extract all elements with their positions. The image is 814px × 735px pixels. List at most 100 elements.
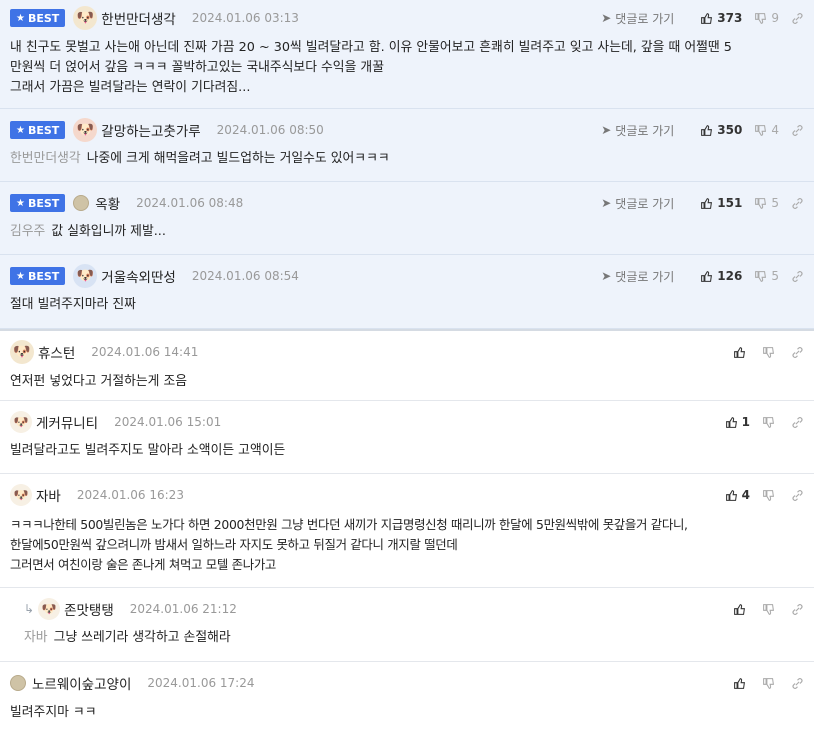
mention-nickname[interactable]: 김우주 bbox=[10, 224, 45, 239]
nickname[interactable]: 노르웨이숲고양이 bbox=[32, 673, 131, 693]
thumbs-up-icon bbox=[725, 416, 737, 428]
thumbs-down-icon bbox=[755, 270, 767, 282]
downvote-button[interactable]: 5 bbox=[754, 269, 779, 283]
thumbs-up-icon bbox=[734, 603, 745, 615]
avatar[interactable]: 🐶 bbox=[73, 6, 98, 30]
comment-actions: 4 bbox=[713, 484, 804, 506]
upvote-button[interactable]: 4 bbox=[725, 488, 750, 502]
link-icon bbox=[792, 677, 803, 689]
thumbs-up-icon bbox=[701, 270, 713, 282]
comment-actions bbox=[721, 341, 804, 363]
upvote-button[interactable]: 126 bbox=[700, 269, 742, 283]
avatar[interactable]: 🐶 bbox=[10, 411, 32, 433]
star-icon: ★ bbox=[16, 270, 25, 282]
comment-actions bbox=[721, 598, 804, 620]
thumbs-up-icon bbox=[725, 489, 737, 501]
downvote-button[interactable] bbox=[762, 603, 779, 616]
nickname[interactable]: 게커뮤니티 bbox=[36, 412, 98, 432]
share-link-button[interactable] bbox=[791, 270, 804, 283]
goto-comment-link[interactable]: ➤ 댓글로 가기 bbox=[601, 122, 674, 139]
upvote-button[interactable]: 350 bbox=[700, 123, 742, 137]
comment-date: 2024.01.06 08:50 bbox=[216, 123, 324, 137]
nickname[interactable]: 자바 bbox=[36, 485, 61, 505]
share-link-button[interactable] bbox=[791, 12, 804, 25]
thumbs-down-icon bbox=[763, 603, 774, 615]
comment-body: 연저펀 넣었다고 거절하는게 조음 bbox=[10, 374, 188, 389]
nickname[interactable]: 존맛탱탱 bbox=[64, 599, 114, 619]
send-icon: ➤ bbox=[601, 269, 612, 283]
goto-comment-link[interactable]: ➤ 댓글로 가기 bbox=[601, 195, 674, 212]
link-icon bbox=[792, 270, 803, 282]
link-icon bbox=[792, 489, 803, 501]
upvote-button[interactable] bbox=[733, 677, 750, 690]
reply-arrow-icon: ↳ bbox=[24, 602, 35, 616]
thumbs-down-icon bbox=[755, 124, 767, 136]
comment-body: ㅋㅋㅋ나한테 500빌린놈은 노가다 하면 2000천만원 그냥 번다던 새끼가… bbox=[10, 517, 688, 572]
star-icon: ★ bbox=[16, 12, 25, 24]
upvote-button[interactable]: 151 bbox=[700, 196, 742, 210]
best-badge: ★ BEST bbox=[10, 267, 66, 285]
thumbs-down-icon bbox=[763, 489, 774, 501]
upvote-button[interactable] bbox=[733, 346, 750, 359]
goto-comment-link[interactable]: ➤ 댓글로 가기 bbox=[601, 268, 674, 285]
thumbs-down-icon bbox=[763, 346, 774, 358]
nickname[interactable]: 옥황 bbox=[95, 193, 120, 213]
comment-body: 절대 빌려주지마라 진짜 bbox=[10, 297, 136, 312]
comment-actions: 1 bbox=[713, 411, 804, 433]
nickname[interactable]: 갈망하는고춧가루 bbox=[101, 120, 200, 140]
downvote-button[interactable]: 4 bbox=[754, 123, 779, 137]
best-badge: ★ BEST bbox=[10, 194, 66, 212]
share-link-button[interactable] bbox=[791, 346, 804, 359]
upvote-button[interactable]: 373 bbox=[700, 11, 742, 25]
share-link-button[interactable] bbox=[791, 603, 804, 616]
thumbs-down-icon bbox=[755, 12, 767, 24]
avatar[interactable] bbox=[10, 675, 26, 691]
best-comment: ★ BEST 🐶 갈망하는고춧가루 2024.01.06 08:50 ➤ 댓글로 가… bbox=[0, 109, 814, 182]
share-link-button[interactable] bbox=[791, 416, 804, 429]
share-link-button[interactable] bbox=[791, 489, 804, 502]
downvote-button[interactable] bbox=[762, 489, 779, 502]
upvote-button[interactable]: 1 bbox=[725, 415, 750, 429]
best-comment: ★ BEST 🐶 한번만더생각 2024.01.06 03:13 ➤ 댓글로 가기 … bbox=[0, 0, 814, 109]
avatar[interactable] bbox=[73, 195, 90, 211]
downvote-button[interactable] bbox=[762, 416, 779, 429]
share-link-button[interactable] bbox=[791, 124, 804, 137]
avatar[interactable]: 🐶 bbox=[73, 264, 98, 288]
comment-date: 2024.01.06 08:54 bbox=[191, 269, 299, 283]
comment-actions: ➤ 댓글로 가기 151 5 bbox=[601, 192, 804, 214]
downvote-button[interactable]: 9 bbox=[754, 11, 779, 25]
comment-body: 한번만더생각 나중에 크게 해먹을려고 빌드업하는 거일수도 있어ㅋㅋㅋ bbox=[10, 151, 390, 166]
avatar[interactable]: 🐶 bbox=[10, 484, 32, 506]
nickname[interactable]: 휴스턴 bbox=[38, 342, 75, 362]
star-icon: ★ bbox=[16, 124, 25, 136]
best-comment: ★ BEST 🐶 거울속외딴성 2024.01.06 08:54 ➤ 댓글로 가기 … bbox=[0, 255, 814, 329]
comment-body: 자바 그냥 쓰레기라 생각하고 손절해라 bbox=[24, 630, 231, 645]
goto-comment-link[interactable]: ➤ 댓글로 가기 bbox=[601, 10, 674, 27]
avatar[interactable]: 🐶 bbox=[38, 598, 61, 620]
link-icon bbox=[792, 197, 803, 209]
best-comment: ★ BEST 옥황 2024.01.06 08:48 ➤ 댓글로 가기 151 5 … bbox=[0, 182, 814, 255]
nickname[interactable]: 한번만더생각 bbox=[101, 8, 176, 28]
downvote-button[interactable]: 5 bbox=[754, 196, 779, 210]
nickname[interactable]: 거울속외딴성 bbox=[101, 266, 176, 286]
comment-date: 2024.01.06 08:48 bbox=[136, 196, 244, 210]
avatar[interactable]: 🐶 bbox=[10, 340, 34, 364]
comment: 🐶 게커뮤니티 2024.01.06 15:01 1 빌려달라고도 빌려주지도 … bbox=[0, 401, 814, 474]
star-icon: ★ bbox=[16, 197, 25, 209]
send-icon: ➤ bbox=[601, 11, 612, 25]
comment-date: 2024.01.06 17:24 bbox=[147, 676, 255, 690]
mention-nickname[interactable]: 자바 bbox=[24, 630, 48, 645]
avatar[interactable]: 🐶 bbox=[73, 118, 98, 142]
comment-date: 2024.01.06 16:23 bbox=[76, 488, 184, 502]
share-link-button[interactable] bbox=[791, 677, 804, 690]
send-icon: ➤ bbox=[601, 196, 612, 210]
comment-actions: ➤ 댓글로 가기 350 4 bbox=[601, 119, 804, 141]
thumbs-up-icon bbox=[701, 12, 713, 24]
downvote-button[interactable] bbox=[762, 346, 779, 359]
upvote-button[interactable] bbox=[733, 603, 750, 616]
mention-nickname[interactable]: 한번만더생각 bbox=[10, 151, 81, 166]
thumbs-up-icon bbox=[701, 124, 713, 136]
comment: 🐶 휴스턴 2024.01.06 14:41 연저펀 넣었다고 거절하는게 조음 bbox=[0, 329, 814, 401]
downvote-button[interactable] bbox=[762, 677, 779, 690]
share-link-button[interactable] bbox=[791, 197, 804, 210]
